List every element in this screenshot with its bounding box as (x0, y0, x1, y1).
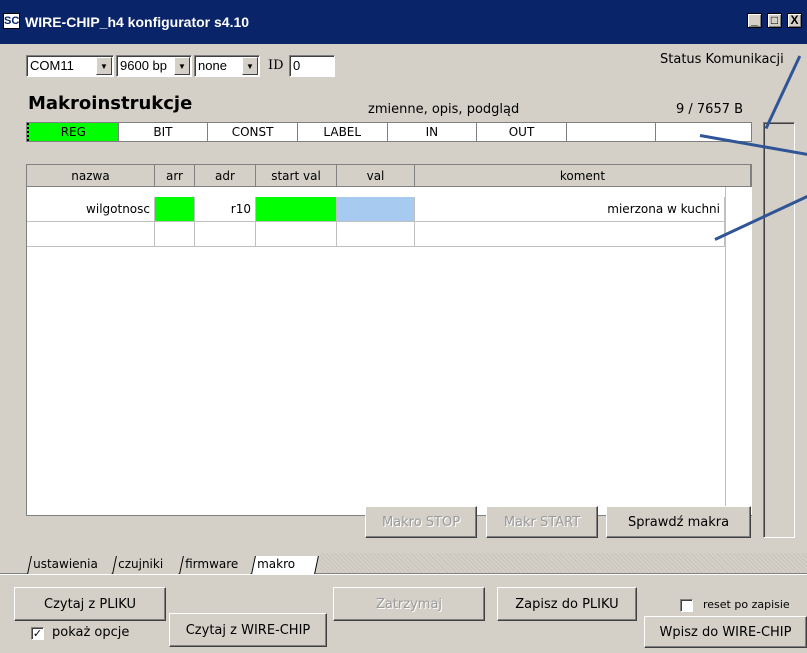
tab-ustawienia-label: ustawienia (33, 557, 98, 571)
table-cell-adr[interactable] (195, 222, 256, 247)
app-icon[interactable]: SC (3, 13, 20, 29)
id-label: ID (268, 58, 284, 73)
tab-makro-label: makro (257, 557, 296, 571)
tab-firmware[interactable]: firmware (179, 556, 254, 574)
baud-select[interactable]: 9600 bp ▼ (116, 55, 192, 77)
table-cell-val[interactable] (337, 197, 415, 222)
table-cell-koment[interactable]: mierzona w kuchni (415, 197, 725, 222)
baud-value: 9600 bp (120, 58, 167, 73)
category-const[interactable]: CONST (208, 123, 298, 141)
table-cell-arr[interactable] (155, 222, 195, 247)
parity-select[interactable]: none ▼ (194, 55, 260, 77)
tab-makro[interactable]: makro (251, 556, 319, 574)
read-chip-button[interactable]: Czytaj z WIRE-CHIP (169, 613, 327, 647)
column-header-adr[interactable]: adr (195, 165, 256, 187)
category-reg[interactable]: REG (27, 123, 119, 141)
category-strip: REG BIT CONST LABEL IN OUT (26, 122, 752, 142)
window-title: WIRE-CHIP_h4 konfigurator s4.10 (25, 14, 250, 30)
port-value: COM11 (30, 58, 74, 73)
save-file-button[interactable]: Zapisz do PLIKU (497, 587, 637, 621)
id-input[interactable]: 0 (289, 55, 335, 77)
macro-stop-button[interactable]: Makro STOP (365, 506, 477, 538)
category-empty-2[interactable] (656, 123, 751, 141)
table-cell-arr[interactable] (155, 197, 195, 222)
section-title: Makroinstrukcje (28, 93, 193, 114)
macro-table[interactable]: nazwa arr adr start val val koment wilgo… (26, 164, 752, 516)
close-button[interactable]: X (787, 13, 802, 28)
category-in[interactable]: IN (388, 123, 478, 141)
reset-after-save-label: reset po zapisie (703, 598, 790, 611)
table-cell-start-val[interactable] (256, 197, 337, 222)
chevron-down-icon[interactable]: ▼ (96, 57, 112, 75)
column-header-nazwa[interactable]: nazwa (27, 165, 155, 187)
status-label: Status Komunikacji (660, 52, 784, 67)
check-macros-button[interactable]: Sprawdź makra (606, 506, 751, 538)
parity-value: none (198, 58, 227, 73)
macro-start-button[interactable]: Makr START (486, 506, 598, 538)
show-options-label: pokaż opcje (52, 625, 130, 640)
category-bit[interactable]: BIT (119, 123, 209, 141)
port-select[interactable]: COM11 ▼ (26, 55, 114, 77)
chevron-down-icon[interactable]: ▼ (242, 57, 258, 75)
section-subtitle: zmienne, opis, podgląd (368, 102, 520, 117)
table-cell-val[interactable] (337, 222, 415, 247)
category-label[interactable]: LABEL (298, 123, 388, 141)
read-file-button[interactable]: Czytaj z PLIKU (14, 587, 166, 621)
column-header-arr[interactable]: arr (155, 165, 195, 187)
column-header-start-val[interactable]: start val (256, 165, 337, 187)
table-cell-koment[interactable] (415, 222, 725, 247)
tab-czujniki[interactable]: czujniki (112, 556, 182, 574)
table-cell-nazwa[interactable]: wilgotnosc (27, 197, 155, 222)
maximize-button[interactable]: □ (767, 13, 782, 28)
table-scroll-gutter[interactable] (725, 187, 752, 515)
column-header-val[interactable]: val (337, 165, 415, 187)
show-options-checkbox[interactable]: ✓ (31, 627, 44, 640)
table-cell-nazwa[interactable] (27, 222, 155, 247)
memory-usage: 9 / 7657 B (676, 102, 744, 117)
tab-czujniki-label: czujniki (118, 557, 164, 571)
table-cell-adr[interactable]: r10 (195, 197, 256, 222)
reset-after-save-checkbox[interactable] (680, 599, 693, 612)
table-cell-start-val[interactable] (256, 222, 337, 247)
status-indicator-panel (763, 122, 795, 538)
category-empty-1[interactable] (567, 123, 657, 141)
category-out[interactable]: OUT (477, 123, 567, 141)
tab-firmware-label: firmware (185, 557, 239, 571)
tab-strip-background (320, 553, 807, 573)
write-chip-button[interactable]: Wpisz do WIRE-CHIP (644, 616, 807, 648)
pause-button[interactable]: Zatrzymaj (333, 587, 485, 621)
minimize-button[interactable]: _ (747, 13, 762, 28)
tab-ustawienia[interactable]: ustawienia (27, 556, 115, 574)
column-header-koment[interactable]: koment (415, 165, 751, 187)
chevron-down-icon[interactable]: ▼ (174, 57, 190, 75)
